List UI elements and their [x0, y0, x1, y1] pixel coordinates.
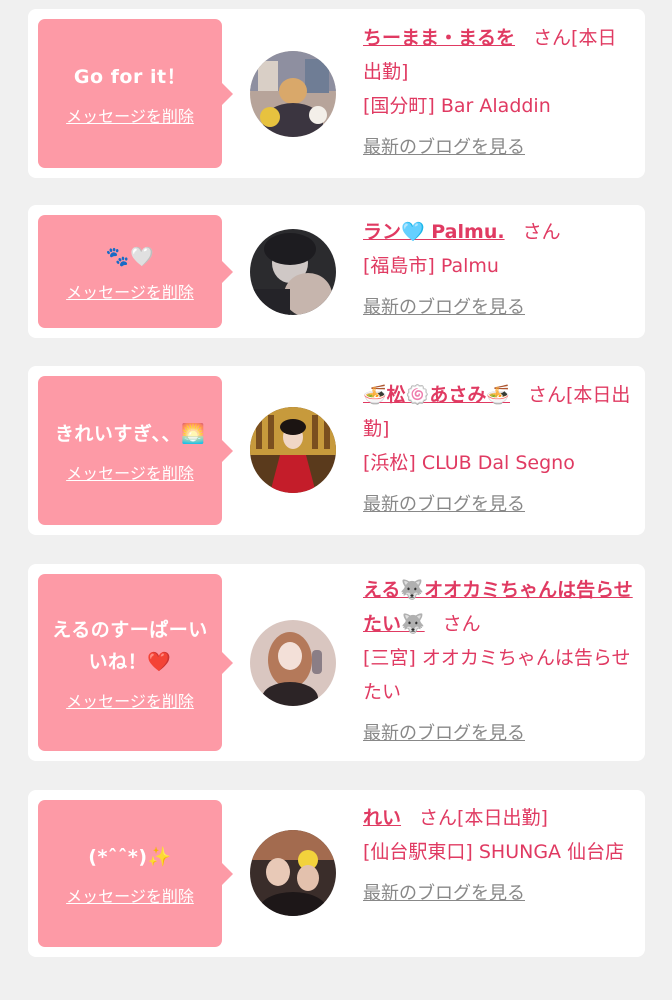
- delete-message-link[interactable]: メッセージを削除: [66, 103, 194, 127]
- message-card: 🐾🤍 メッセージを削除 ラン🩵 Palmu. さん [福島市] Palmu 最新の…: [28, 205, 645, 338]
- avatar[interactable]: [250, 407, 336, 493]
- hostess-name-link[interactable]: れい: [363, 807, 401, 829]
- honorific: さん: [442, 613, 481, 635]
- delete-message-link[interactable]: メッセージを削除: [66, 688, 194, 712]
- message-text: 🐾🤍: [105, 245, 155, 268]
- message-bubble: きれいすぎ、、🌅 メッセージを削除: [38, 376, 233, 525]
- hostess-name-link[interactable]: 🍜松🍥あさみ🍜: [363, 384, 510, 406]
- honorific: さん: [533, 27, 572, 49]
- hostess-info: ちーまま・まるを さん[本日出勤] [国分町] Bar Aladdin 最新のブロ…: [363, 21, 635, 165]
- delete-message-link[interactable]: メッセージを削除: [66, 883, 194, 907]
- store-location: [福島市] Palmu: [363, 255, 499, 277]
- hostess-name-link[interactable]: ラン🩵 Palmu.: [363, 221, 505, 243]
- latest-blog-link[interactable]: 最新のブログを見る: [363, 717, 525, 751]
- working-status: [本日出勤]: [457, 807, 548, 829]
- latest-blog-link[interactable]: 最新のブログを見る: [363, 877, 525, 911]
- store-location: [国分町] Bar Aladdin: [363, 95, 551, 117]
- hostess-name-link[interactable]: ちーまま・まるを: [363, 27, 515, 49]
- honorific: さん: [527, 384, 566, 406]
- message-card: (*ˆˆ*)✨ メッセージを削除 れい さん[本日出勤] [仙台駅東口] SHUN…: [28, 790, 645, 957]
- store-location: [三宮] オオカミちゃんは告らせたい: [363, 647, 631, 703]
- message-card: きれいすぎ、、🌅 メッセージを削除 🍜松🍥あさみ🍜 さん[本日出勤] [浜松] C…: [28, 366, 645, 535]
- avatar[interactable]: [250, 620, 336, 706]
- message-card: えるのすーぱーいいね！❤️ メッセージを削除 える🐺オオカミちゃんは告らせたい🐺…: [28, 564, 645, 761]
- delete-message-link[interactable]: メッセージを削除: [66, 460, 194, 484]
- avatar[interactable]: [250, 830, 336, 916]
- message-bubble: 🐾🤍 メッセージを削除: [38, 215, 233, 328]
- message-bubble: えるのすーぱーいいね！❤️ メッセージを削除: [38, 574, 233, 751]
- latest-blog-link[interactable]: 最新のブログを見る: [363, 488, 525, 522]
- hostess-info: れい さん[本日出勤] [仙台駅東口] SHUNGA 仙台店 最新のブログを見る: [363, 801, 635, 911]
- avatar[interactable]: [250, 229, 336, 315]
- store-location: [仙台駅東口] SHUNGA 仙台店: [363, 841, 625, 863]
- latest-blog-link[interactable]: 最新のブログを見る: [363, 291, 525, 325]
- message-text: (*ˆˆ*)✨: [88, 845, 172, 868]
- message-text: きれいすぎ、、🌅: [54, 422, 206, 445]
- latest-blog-link[interactable]: 最新のブログを見る: [363, 131, 525, 165]
- message-text: Go for it！: [73, 65, 187, 88]
- honorific: さん: [522, 221, 561, 243]
- hostess-info: える🐺オオカミちゃんは告らせたい🐺 さん [三宮] オオカミちゃんは告らせたい 最…: [363, 573, 635, 751]
- message-bubble: Go for it！ メッセージを削除: [38, 19, 233, 168]
- hostess-name-link[interactable]: える🐺オオカミちゃんは告らせたい🐺: [363, 579, 633, 635]
- message-card: Go for it！ メッセージを削除 ちーまま・まるを さん[本日出勤] [国分…: [28, 9, 645, 178]
- hostess-info: ラン🩵 Palmu. さん [福島市] Palmu 最新のブログを見る: [363, 215, 635, 325]
- message-text: えるのすーぱーいいね！❤️: [52, 618, 208, 673]
- avatar[interactable]: [250, 51, 336, 137]
- hostess-info: 🍜松🍥あさみ🍜 さん[本日出勤] [浜松] CLUB Dal Segno 最新のブ…: [363, 378, 635, 522]
- message-bubble: (*ˆˆ*)✨ メッセージを削除: [38, 800, 233, 947]
- honorific: さん: [419, 807, 458, 829]
- delete-message-link[interactable]: メッセージを削除: [66, 279, 194, 303]
- store-location: [浜松] CLUB Dal Segno: [363, 452, 575, 474]
